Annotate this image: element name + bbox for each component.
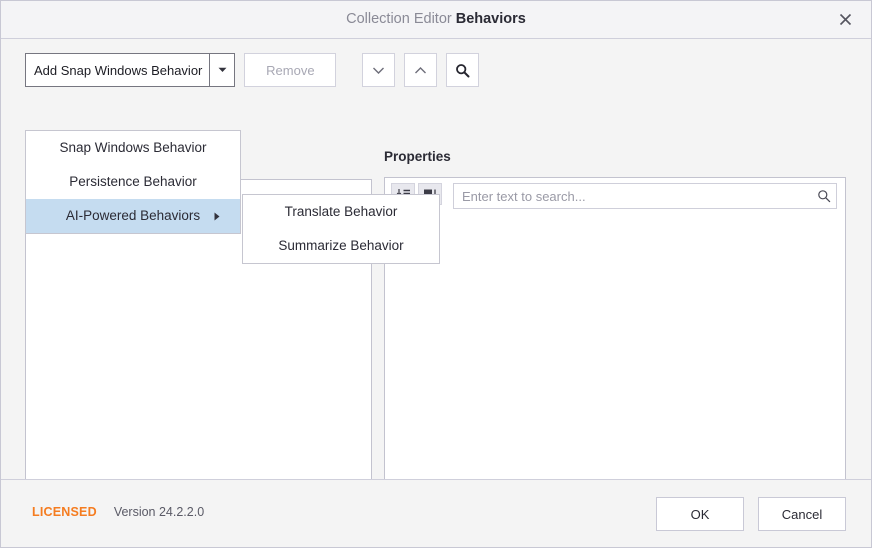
- add-behavior-label: Add Snap Windows Behavior: [34, 62, 203, 78]
- chevron-up-icon: [415, 66, 427, 73]
- remove-button-label: Remove: [266, 62, 315, 78]
- menu-item-ai-powered-behaviors[interactable]: AI-Powered Behaviors: [26, 199, 240, 233]
- search-button[interactable]: [446, 53, 480, 87]
- move-down-button[interactable]: [362, 53, 396, 87]
- collection-editor-dialog: Collection Editor Behaviors Add Snap Wind…: [0, 0, 872, 548]
- menu-item-label: Persistence Behavior: [69, 174, 197, 189]
- search-glyph: [818, 190, 831, 203]
- properties-header: Properties: [384, 149, 451, 164]
- cancel-button[interactable]: Cancel: [758, 497, 846, 531]
- add-behavior-menu: Snap Windows Behavior Persistence Behavi…: [25, 130, 241, 234]
- close-glyph: [839, 13, 851, 26]
- ok-button[interactable]: OK: [656, 497, 744, 531]
- properties-search-box[interactable]: [453, 183, 837, 209]
- menu-item-summarize-behavior[interactable]: Summarize Behavior: [243, 229, 439, 263]
- license-status-badge: LICENSED: [32, 505, 97, 519]
- add-behavior-split-button[interactable]: Add Snap Windows Behavior: [25, 53, 236, 87]
- ai-behaviors-submenu: Translate Behavior Summarize Behavior: [242, 194, 440, 264]
- close-icon[interactable]: [819, 1, 871, 38]
- menu-item-label: Translate Behavior: [284, 204, 398, 219]
- caret-right-glyph: [214, 212, 220, 220]
- search-input[interactable]: [454, 188, 812, 204]
- search-icon: [456, 63, 470, 77]
- chevron-down-icon: [373, 67, 385, 74]
- dialog-body: Add Snap Windows Behavior Remove Propert…: [1, 39, 871, 502]
- menu-item-translate-behavior[interactable]: Translate Behavior: [243, 195, 439, 229]
- page-title: Collection Editor Behaviors: [1, 1, 871, 38]
- properties-section: Properties: [384, 149, 846, 500]
- license-info: LICENSED Version 24.2.2.0: [32, 505, 204, 519]
- remove-button[interactable]: Remove: [244, 53, 337, 87]
- menu-item-label: AI-Powered Behaviors: [65, 208, 201, 223]
- ok-button-label: OK: [690, 506, 710, 522]
- title-bar: Collection Editor Behaviors: [1, 1, 871, 39]
- search-icon[interactable]: [812, 189, 836, 203]
- properties-panel: [384, 177, 846, 500]
- dialog-footer: LICENSED Version 24.2.2.0 OK Cancel: [1, 479, 871, 547]
- footer-actions: OK Cancel: [656, 497, 846, 531]
- cancel-button-label: Cancel: [781, 506, 823, 522]
- move-up-button[interactable]: [404, 53, 438, 87]
- chevron-down-icon: [218, 67, 227, 72]
- editor-toolbar: Add Snap Windows Behavior Remove: [25, 53, 480, 87]
- add-behavior-dropdown-toggle[interactable]: [209, 54, 235, 86]
- menu-item-persistence-behavior[interactable]: Persistence Behavior: [26, 165, 240, 199]
- menu-item-snap-windows-behavior[interactable]: Snap Windows Behavior: [26, 131, 240, 165]
- caret-right-icon: [214, 199, 220, 233]
- version-label: Version 24.2.2.0: [113, 505, 205, 519]
- title-main: Behaviors: [455, 11, 526, 27]
- menu-item-label: Summarize Behavior: [278, 238, 404, 253]
- title-prefix: Collection Editor: [346, 11, 452, 27]
- menu-item-label: Snap Windows Behavior: [59, 140, 207, 155]
